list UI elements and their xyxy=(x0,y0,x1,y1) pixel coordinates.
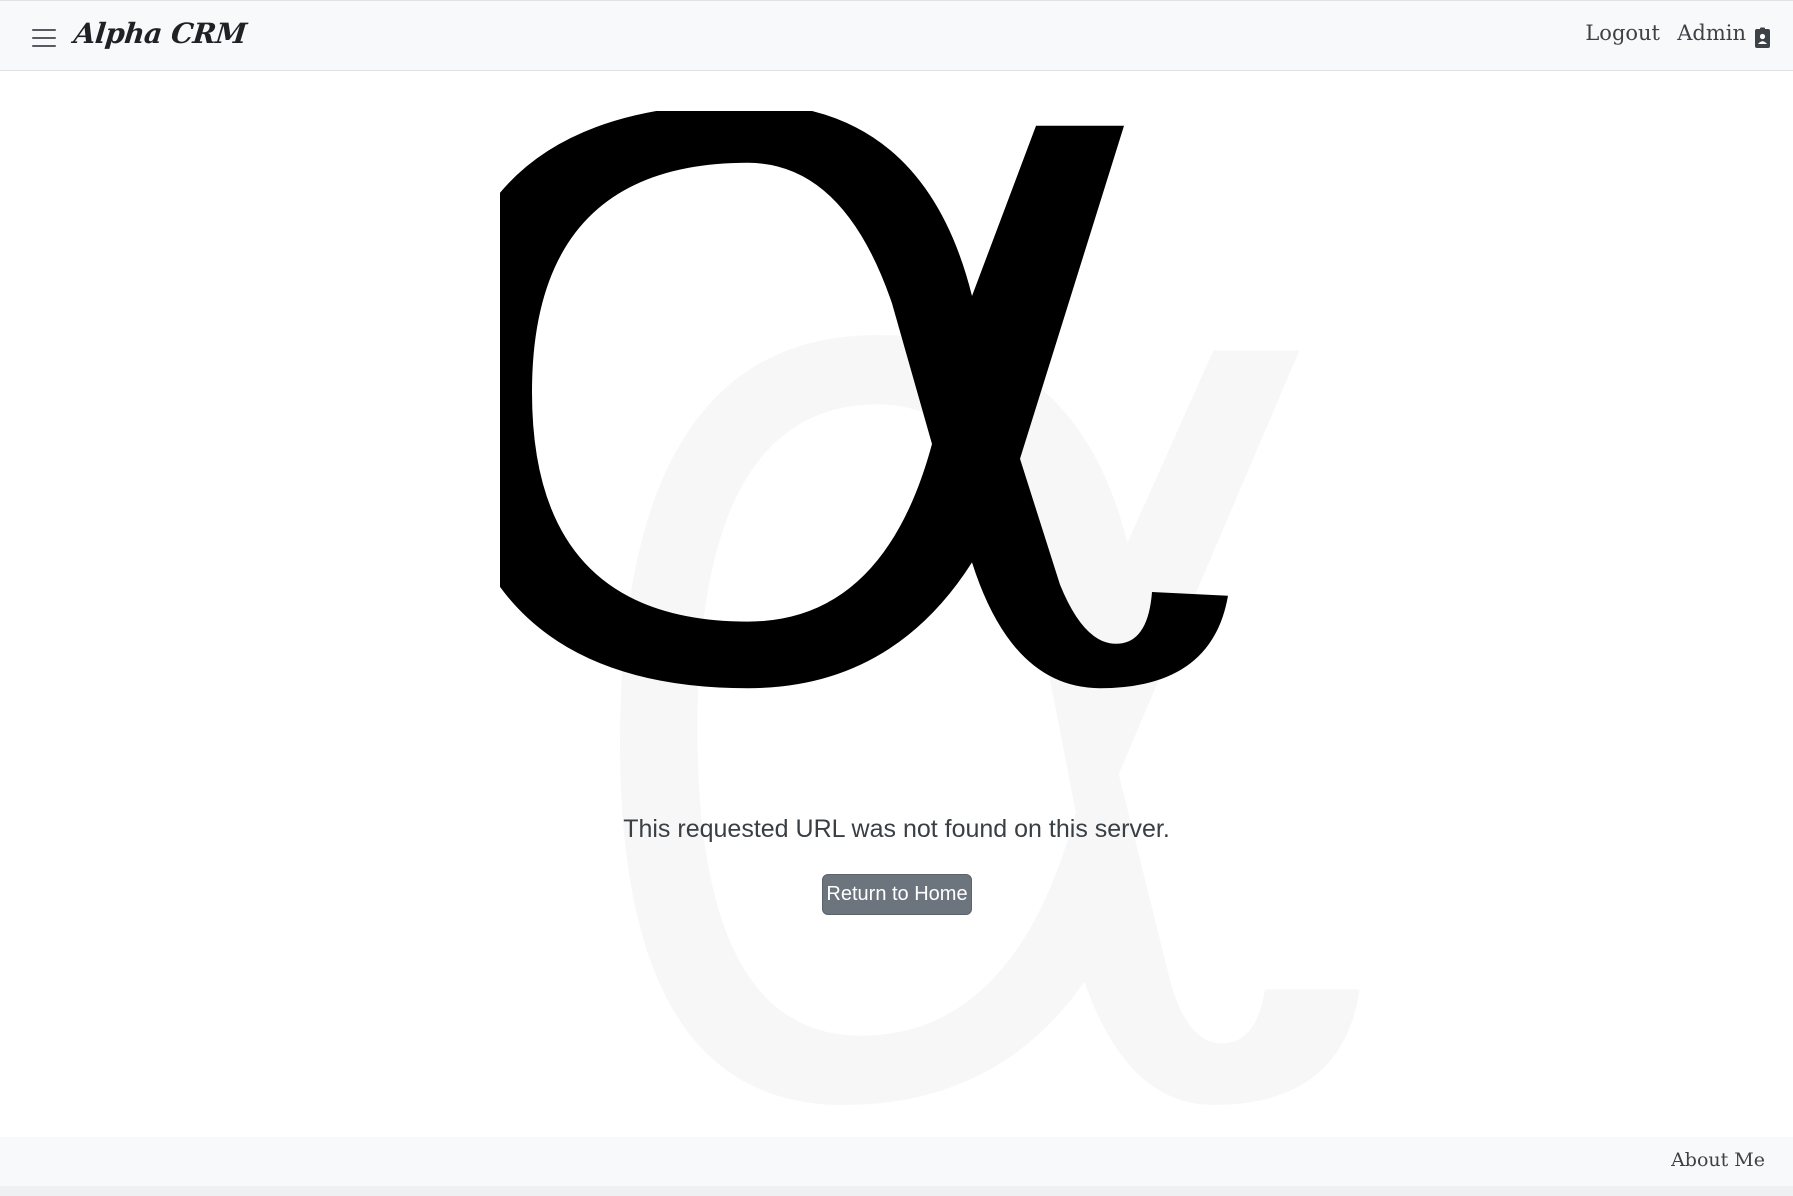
hamburger-icon-line-middle xyxy=(32,37,56,39)
alpha-logo-icon xyxy=(500,111,1228,689)
hamburger-icon-line-top xyxy=(32,29,56,31)
hamburger-menu-button[interactable] xyxy=(27,24,61,52)
brand-logo-link[interactable]: Alpha CRM xyxy=(72,17,248,50)
logout-link[interactable]: Logout xyxy=(1585,21,1660,45)
id-badge-icon[interactable] xyxy=(1754,27,1771,49)
about-me-link[interactable]: About Me xyxy=(1671,1149,1765,1171)
main-content: This requested URL was not found on this… xyxy=(0,71,1793,1137)
top-navbar: Alpha CRM Logout Admin xyxy=(0,0,1793,71)
footer: About Me xyxy=(0,1137,1793,1196)
return-home-button[interactable]: Return to Home xyxy=(822,874,972,915)
hamburger-icon-line-bottom xyxy=(32,45,56,47)
error-message: This requested URL was not found on this… xyxy=(623,815,1170,843)
admin-link[interactable]: Admin xyxy=(1677,21,1746,45)
